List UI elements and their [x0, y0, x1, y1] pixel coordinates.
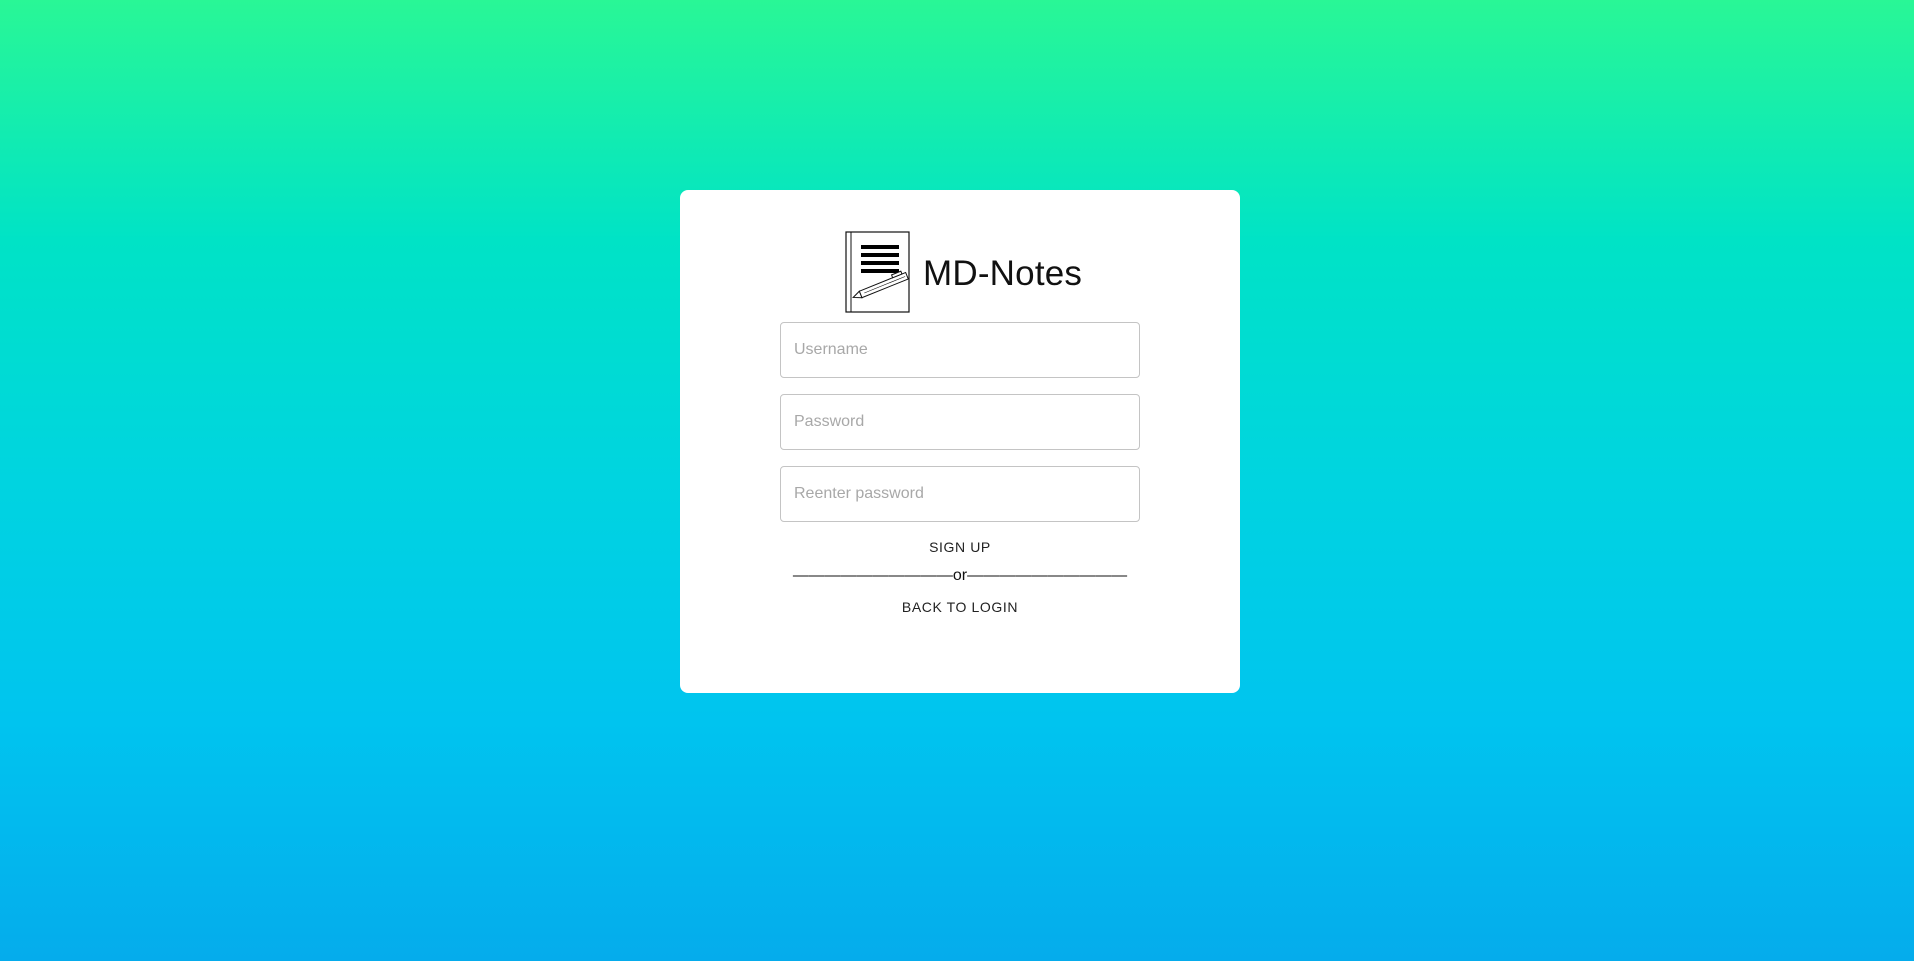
brand: MD-Notes — [845, 231, 1082, 313]
sign-up-button[interactable]: SIGN UP — [680, 539, 1240, 555]
signup-card: MD-Notes SIGN UP ——————————or—————————— … — [680, 190, 1240, 693]
reenter-password-input[interactable] — [780, 466, 1140, 522]
notebook-pen-icon — [845, 231, 911, 313]
password-input[interactable] — [780, 394, 1140, 450]
or-divider: ——————————or—————————— — [792, 567, 1128, 584]
username-input[interactable] — [780, 322, 1140, 378]
back-to-login-button[interactable]: BACK TO LOGIN — [680, 599, 1240, 615]
app-title: MD-Notes — [923, 253, 1083, 293]
